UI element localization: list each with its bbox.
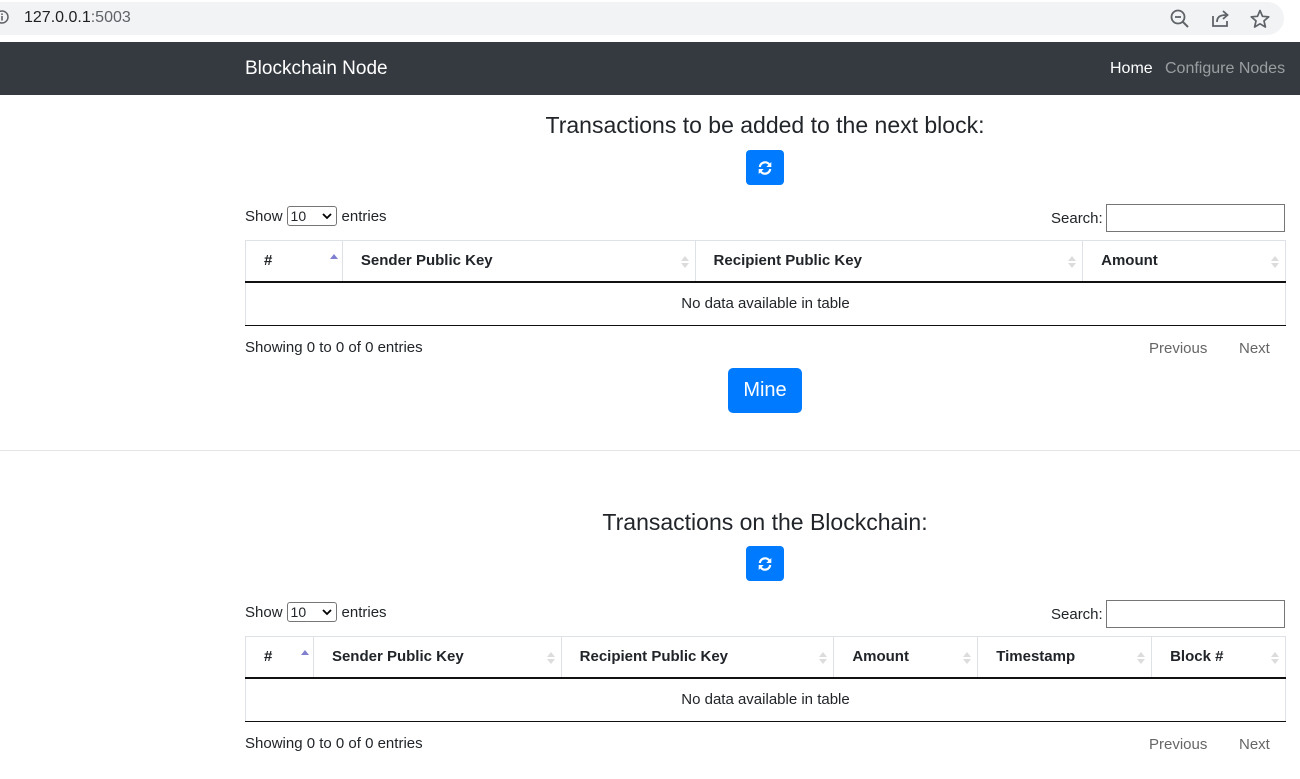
sort-icon <box>1068 256 1077 268</box>
refresh-chain-button[interactable] <box>746 546 784 581</box>
chain-next-button[interactable]: Next <box>1239 736 1270 753</box>
url-text[interactable]: 127.0.0.1:5003 <box>24 9 131 27</box>
sort-icon <box>680 256 689 268</box>
nav-link-configure-nodes[interactable]: Configure Nodes <box>1165 60 1285 78</box>
column-header-sender[interactable]: Sender Public Key <box>312 636 562 679</box>
pending-next-button[interactable]: Next <box>1239 340 1270 357</box>
column-header-index[interactable]: # <box>245 636 314 679</box>
pending-search-label: Search: <box>1051 210 1103 227</box>
zoom-icon[interactable] <box>1169 8 1191 30</box>
sort-icon <box>1271 652 1279 664</box>
refresh-pending-button[interactable] <box>746 150 784 185</box>
empty-table-message: No data available in table <box>245 281 1286 326</box>
star-icon[interactable] <box>1249 8 1271 30</box>
sort-asc-icon <box>300 650 309 655</box>
column-header-recipient[interactable]: Recipient Public Key <box>560 636 835 679</box>
table-row: No data available in table <box>245 281 1286 326</box>
refresh-icon <box>758 556 772 571</box>
sort-icon <box>1137 652 1146 664</box>
sort-asc-icon <box>329 254 338 259</box>
chain-table-info: Showing 0 to 0 of 0 entries <box>245 735 423 752</box>
section-divider <box>0 450 1300 451</box>
column-header-amount[interactable]: Amount <box>1082 240 1286 283</box>
navbar: Blockchain Node Home Configure Nodes <box>0 42 1300 95</box>
share-icon[interactable] <box>1209 8 1231 30</box>
omnibox[interactable] <box>0 2 1284 35</box>
column-header-index[interactable]: # <box>245 240 343 283</box>
length-label-before: Show <box>245 207 283 225</box>
length-label-after: entries <box>341 603 387 621</box>
empty-table-message: No data available in table <box>245 677 1286 722</box>
sort-icon <box>819 652 828 664</box>
table-header-row: # Sender Public Key Recipient Public Key… <box>245 636 1286 679</box>
url-host: 127.0.0.1 <box>24 9 91 26</box>
info-icon[interactable] <box>0 10 9 24</box>
nav-link-home[interactable]: Home <box>1110 60 1153 78</box>
pending-transactions-title: Transactions to be added to the next blo… <box>545 112 985 138</box>
browser-address-bar: 127.0.0.1:5003 <box>0 0 1300 41</box>
chain-transactions-table: # Sender Public Key Recipient Public Key… <box>245 636 1286 722</box>
sort-icon <box>963 652 972 664</box>
chain-search-input[interactable] <box>1106 600 1285 628</box>
sort-icon <box>546 652 555 664</box>
pending-previous-button[interactable]: Previous <box>1149 340 1207 357</box>
length-select-value: 10 <box>290 604 307 620</box>
length-label-before: Show <box>245 603 283 621</box>
table-header-row: # Sender Public Key Recipient Public Key… <box>245 240 1286 283</box>
navbar-brand[interactable]: Blockchain Node <box>245 58 388 80</box>
chain-previous-button[interactable]: Previous <box>1149 736 1207 753</box>
sort-icon <box>1271 256 1279 268</box>
pending-length-select[interactable]: 10 <box>286 206 337 226</box>
pending-search-input[interactable] <box>1106 204 1285 232</box>
pending-table-info: Showing 0 to 0 of 0 entries <box>245 339 423 356</box>
refresh-icon <box>758 160 772 175</box>
chevron-down-icon <box>321 609 332 616</box>
chain-length-control: Show 10 entries <box>245 602 387 622</box>
chevron-down-icon <box>321 213 332 220</box>
length-label-after: entries <box>341 207 387 225</box>
url-port: :5003 <box>90 9 131 26</box>
chain-transactions-title: Transactions on the Blockchain: <box>602 509 928 535</box>
column-header-recipient[interactable]: Recipient Public Key <box>694 240 1084 283</box>
column-header-sender[interactable]: Sender Public Key <box>341 240 696 283</box>
column-header-block-number[interactable]: Block # <box>1151 636 1286 679</box>
column-header-timestamp[interactable]: Timestamp <box>977 636 1153 679</box>
pending-transactions-table: # Sender Public Key Recipient Public Key… <box>245 240 1286 326</box>
chain-length-select[interactable]: 10 <box>286 602 337 622</box>
mine-button[interactable]: Mine <box>728 368 802 413</box>
pending-length-control: Show 10 entries <box>245 206 387 226</box>
length-select-value: 10 <box>290 208 307 224</box>
table-row: No data available in table <box>245 677 1286 722</box>
column-header-amount[interactable]: Amount <box>833 636 979 679</box>
chain-search-label: Search: <box>1051 606 1103 623</box>
